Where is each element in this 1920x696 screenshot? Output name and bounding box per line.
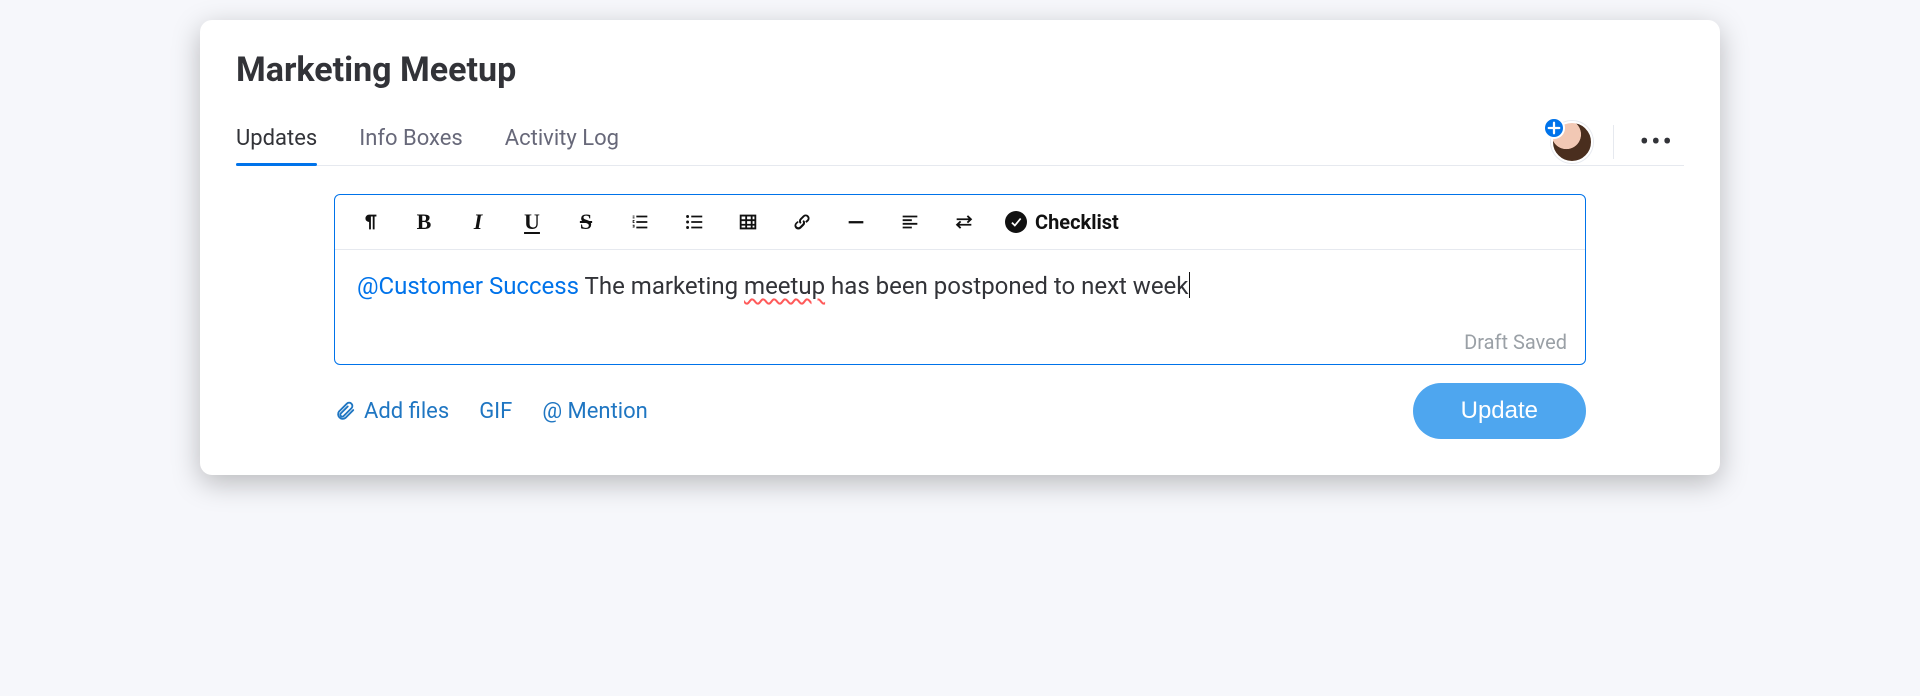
tabs: Updates Info Boxes Activity Log [236, 118, 619, 165]
separator [1613, 125, 1614, 159]
mention-button[interactable]: @ Mention [542, 399, 647, 424]
gif-button[interactable]: GIF [479, 399, 512, 424]
spellcheck-underline: meetup [744, 272, 825, 300]
align-icon[interactable] [897, 211, 923, 233]
editor-text-segment: The marketing [579, 272, 744, 300]
tabrow-right: ••• [1551, 121, 1684, 163]
checklist-button[interactable]: Checklist [1005, 210, 1119, 234]
horizontal-rule-icon[interactable] [843, 211, 869, 233]
editor-toolbar: B I U S [335, 195, 1585, 250]
editor-actions-row: Add files GIF @ Mention Update [334, 365, 1586, 439]
add-files-label: Add files [364, 399, 449, 424]
italic-icon[interactable]: I [465, 209, 491, 235]
draft-status: Draft Saved [335, 330, 1585, 364]
mention-token[interactable]: @Customer Success [357, 272, 579, 300]
bold-icon[interactable]: B [411, 209, 437, 235]
checklist-label: Checklist [1035, 210, 1119, 234]
item-card: Marketing Meetup Updates Info Boxes Acti… [200, 20, 1720, 475]
update-button[interactable]: Update [1413, 383, 1586, 439]
editor-text-segment: has been postponed to next week [825, 272, 1188, 300]
page-title: Marketing Meetup [236, 50, 1684, 90]
tab-updates[interactable]: Updates [236, 118, 317, 165]
paragraph-icon[interactable] [357, 211, 383, 233]
tab-row: Updates Info Boxes Activity Log ••• [236, 118, 1684, 166]
add-subscriber-icon[interactable] [1543, 117, 1565, 139]
subscriber-avatar[interactable] [1551, 121, 1593, 163]
tab-info-boxes[interactable]: Info Boxes [359, 118, 463, 165]
editor-actions-left: Add files GIF @ Mention [334, 399, 648, 424]
checklist-icon [1005, 211, 1027, 233]
editor-area: B I U S [236, 166, 1684, 439]
paperclip-icon [334, 400, 356, 422]
table-icon[interactable] [735, 211, 761, 233]
mention-label: @ Mention [542, 399, 647, 424]
link-icon[interactable] [789, 211, 815, 233]
text-cursor [1189, 272, 1190, 298]
direction-toggle-icon[interactable] [951, 211, 977, 233]
more-menu-icon[interactable]: ••• [1634, 128, 1680, 156]
ordered-list-icon[interactable] [627, 211, 653, 233]
underline-icon[interactable]: U [519, 209, 545, 235]
add-files-button[interactable]: Add files [334, 399, 449, 424]
tab-activity-log[interactable]: Activity Log [505, 118, 619, 165]
editor-box: B I U S [334, 194, 1586, 365]
editor-textarea[interactable]: @Customer Success The marketing meetup h… [335, 250, 1585, 330]
strikethrough-icon[interactable]: S [573, 209, 599, 235]
gif-label: GIF [479, 399, 512, 424]
unordered-list-icon[interactable] [681, 211, 707, 233]
